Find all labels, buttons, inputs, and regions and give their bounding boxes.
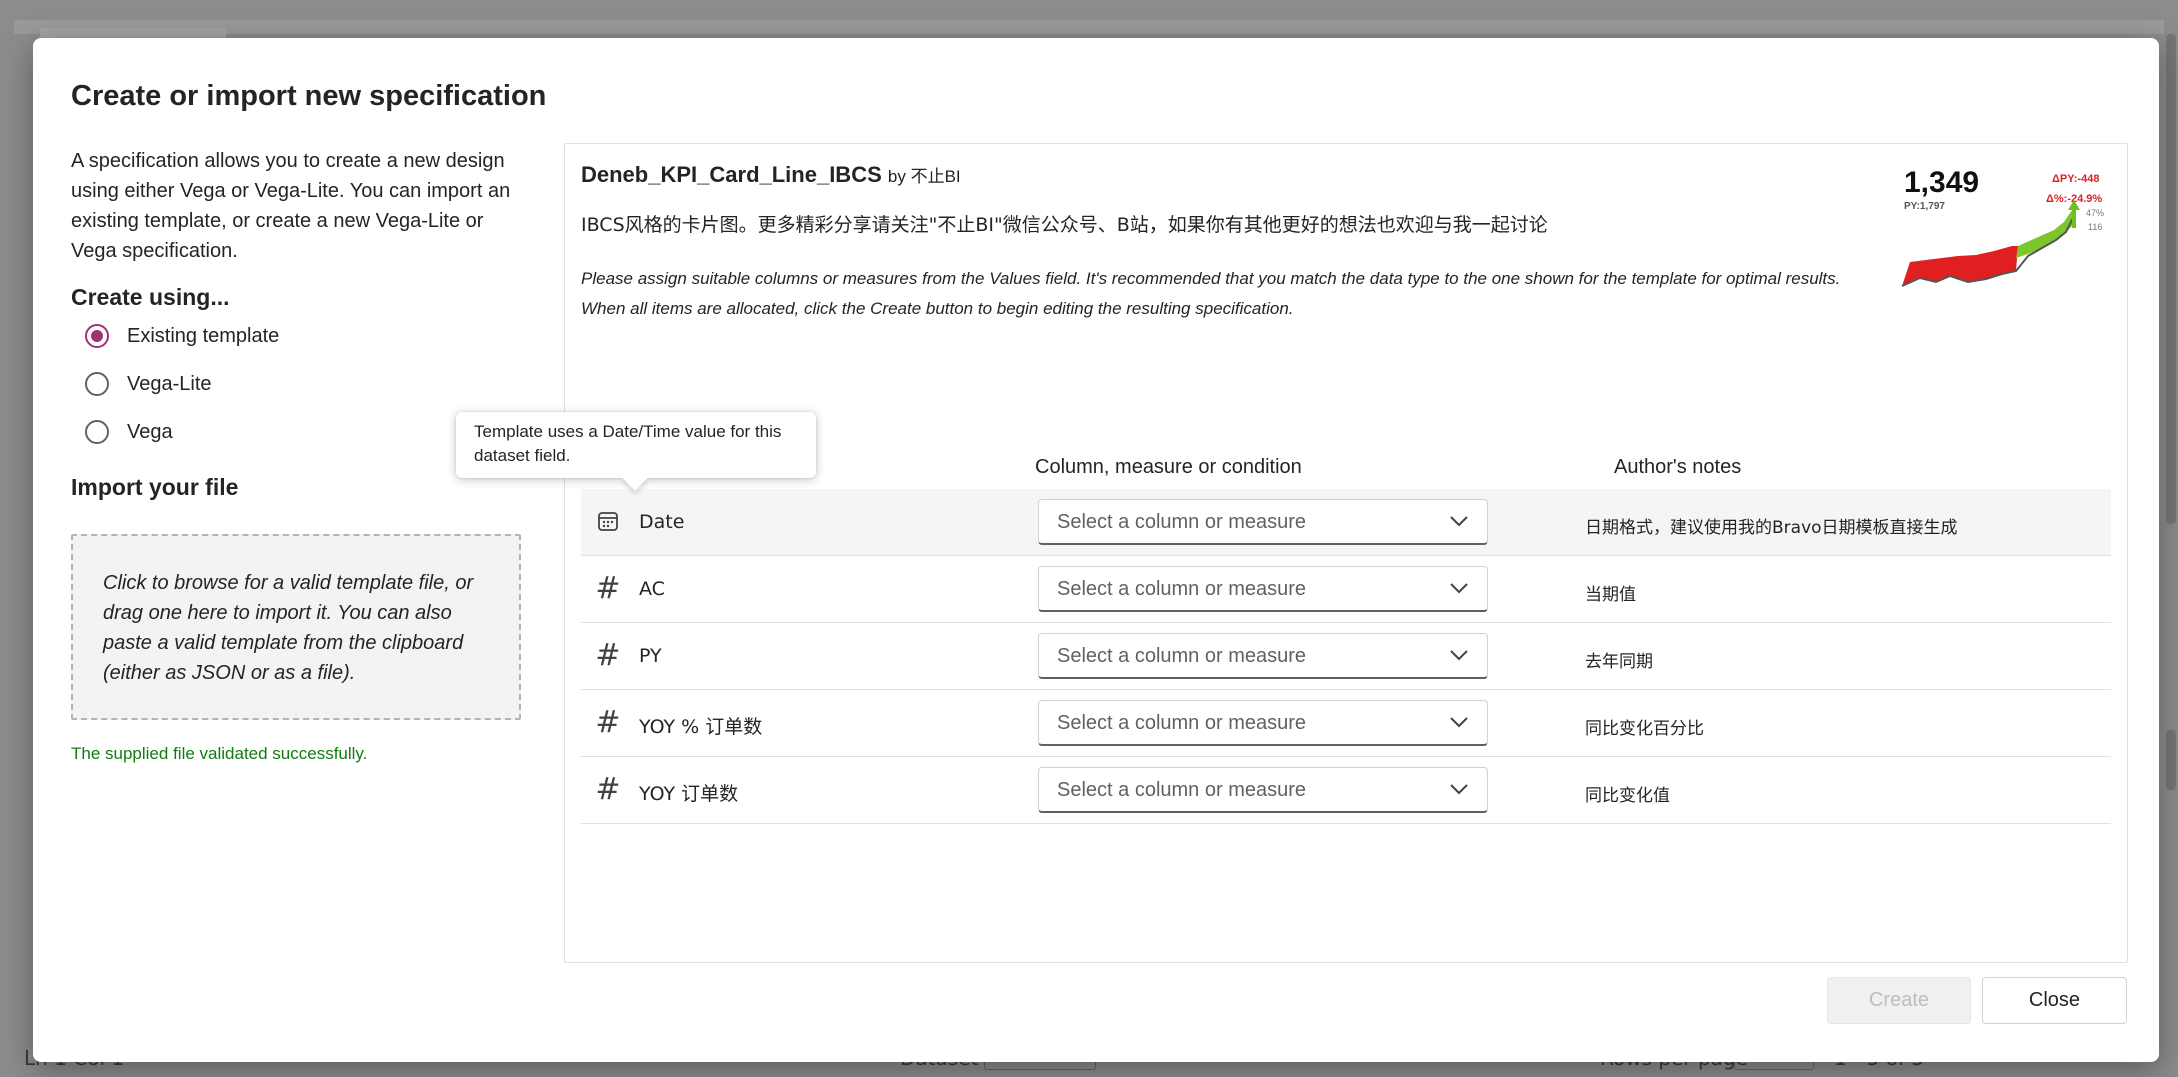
template-title: Deneb_KPI_Card_Line_IBCS by 不止BI <box>581 162 961 188</box>
chevron-down-icon <box>1450 650 1468 661</box>
radio-label: Vega-Lite <box>127 372 212 395</box>
column-select-yoy[interactable]: Select a column or measure <box>1038 767 1488 813</box>
table-row-yoy-pct: # YOY % 订单数 Select a column or measure 同… <box>581 690 2111 757</box>
hash-icon: # <box>595 771 621 807</box>
select-placeholder: Select a column or measure <box>1057 712 1307 734</box>
preview-delta-py: ΔPY:-448 <box>2052 173 2099 185</box>
chevron-down-icon <box>1450 583 1468 594</box>
column-select-yoy-pct[interactable]: Select a column or measure <box>1038 700 1488 746</box>
chevron-down-icon <box>1450 516 1468 527</box>
table-row-ac: # AC Select a column or measure 当期值 <box>581 556 2111 623</box>
background-tab <box>40 28 226 38</box>
radio-circle[interactable] <box>85 372 109 396</box>
column-select-py[interactable]: Select a column or measure <box>1038 633 1488 679</box>
validation-message: The supplied file validated successfully… <box>71 744 368 763</box>
hash-icon: # <box>595 704 621 740</box>
field-name: YOY 订单数 <box>639 783 739 805</box>
template-description: IBCS风格的卡片图。更多精彩分享请关注"不止BI"微信公众号、B站，如果你有其… <box>581 214 1548 236</box>
dialog-title: Create or import new specification <box>71 80 547 112</box>
radio-circle[interactable] <box>85 324 109 348</box>
field-name: YOY % 订单数 <box>639 716 763 738</box>
radio-selected-dot <box>91 330 103 342</box>
select-placeholder: Select a column or measure <box>1057 645 1307 667</box>
field-name: Date <box>639 511 685 533</box>
select-placeholder: Select a column or measure <box>1057 779 1307 801</box>
template-hint: Please assign suitable columns or measur… <box>581 269 1841 318</box>
hash-icon: # <box>595 570 621 606</box>
field-name: AC <box>639 578 665 600</box>
radio-vega[interactable]: Vega <box>85 420 173 444</box>
background-scrollbar <box>2166 34 2176 524</box>
radio-vega-lite[interactable]: Vega-Lite <box>85 372 212 396</box>
hash-icon: # <box>595 637 621 673</box>
author-note: 同比变化值 <box>1585 786 1670 806</box>
radio-circle[interactable] <box>85 420 109 444</box>
radio-label: Vega <box>127 420 173 443</box>
author-note: 同比变化百分比 <box>1585 719 1704 739</box>
template-name: Deneb_KPI_Card_Line_IBCS <box>581 162 882 187</box>
create-using-label: Create using... <box>71 284 230 310</box>
background-scrollbar-thumb <box>2166 730 2176 790</box>
radio-label: Existing template <box>127 324 280 347</box>
chevron-down-icon <box>1450 717 1468 728</box>
column-header-column: Column, measure or condition <box>1035 456 1302 478</box>
intro-text: A specification allows you to create a n… <box>71 150 511 262</box>
column-header-notes: Author's notes <box>1614 456 1742 478</box>
table-row-py: # PY Select a column or measure 去年同期 <box>581 623 2111 690</box>
preview-py-label: PY:1,797 <box>1904 201 1945 212</box>
select-placeholder: Select a column or measure <box>1057 578 1307 600</box>
template-preview-image: 1,349 PY:1,797 ΔPY:-448 Δ%:-24.9% 47% 11… <box>1901 166 2104 287</box>
create-button[interactable]: Create <box>1827 977 1971 1024</box>
select-placeholder: Select a column or measure <box>1057 511 1307 533</box>
template-panel: Deneb_KPI_Card_Line_IBCS by 不止BI IBCS风格的… <box>564 143 2128 963</box>
preview-side-pct: 47% <box>2086 208 2104 218</box>
table-row-date: Date Select a column or measure 日期格式，建议使… <box>581 489 2111 556</box>
chevron-down-icon <box>1450 784 1468 795</box>
background-toolbar <box>14 20 2164 34</box>
preview-side-val: 116 <box>2088 222 2102 232</box>
column-select-ac[interactable]: Select a column or measure <box>1038 566 1488 612</box>
import-file-label: Import your file <box>71 474 239 500</box>
file-dropzone[interactable]: Click to browse for a valid template fil… <box>71 534 521 720</box>
preview-value: 1,349 <box>1904 166 1979 199</box>
author-note: 日期格式，建议使用我的Bravo日期模板直接生成 <box>1585 518 1958 538</box>
calendar-icon <box>593 506 623 536</box>
author-note: 当期值 <box>1585 585 1636 605</box>
author-note: 去年同期 <box>1585 652 1653 672</box>
column-select-date[interactable]: Select a column or measure <box>1038 499 1488 545</box>
close-button[interactable]: Close <box>1982 977 2127 1024</box>
table-row-yoy: # YOY 订单数 Select a column or measure 同比变… <box>581 757 2111 824</box>
field-type-tooltip: Template uses a Date/Time value for this… <box>456 412 816 491</box>
field-name: PY <box>639 645 662 667</box>
create-spec-dialog: Create or import new specification A spe… <box>33 38 2159 1062</box>
radio-existing-template[interactable]: Existing template <box>85 324 279 348</box>
template-author: by 不止BI <box>887 167 961 186</box>
tooltip-text: Template uses a Date/Time value for this… <box>474 422 782 465</box>
